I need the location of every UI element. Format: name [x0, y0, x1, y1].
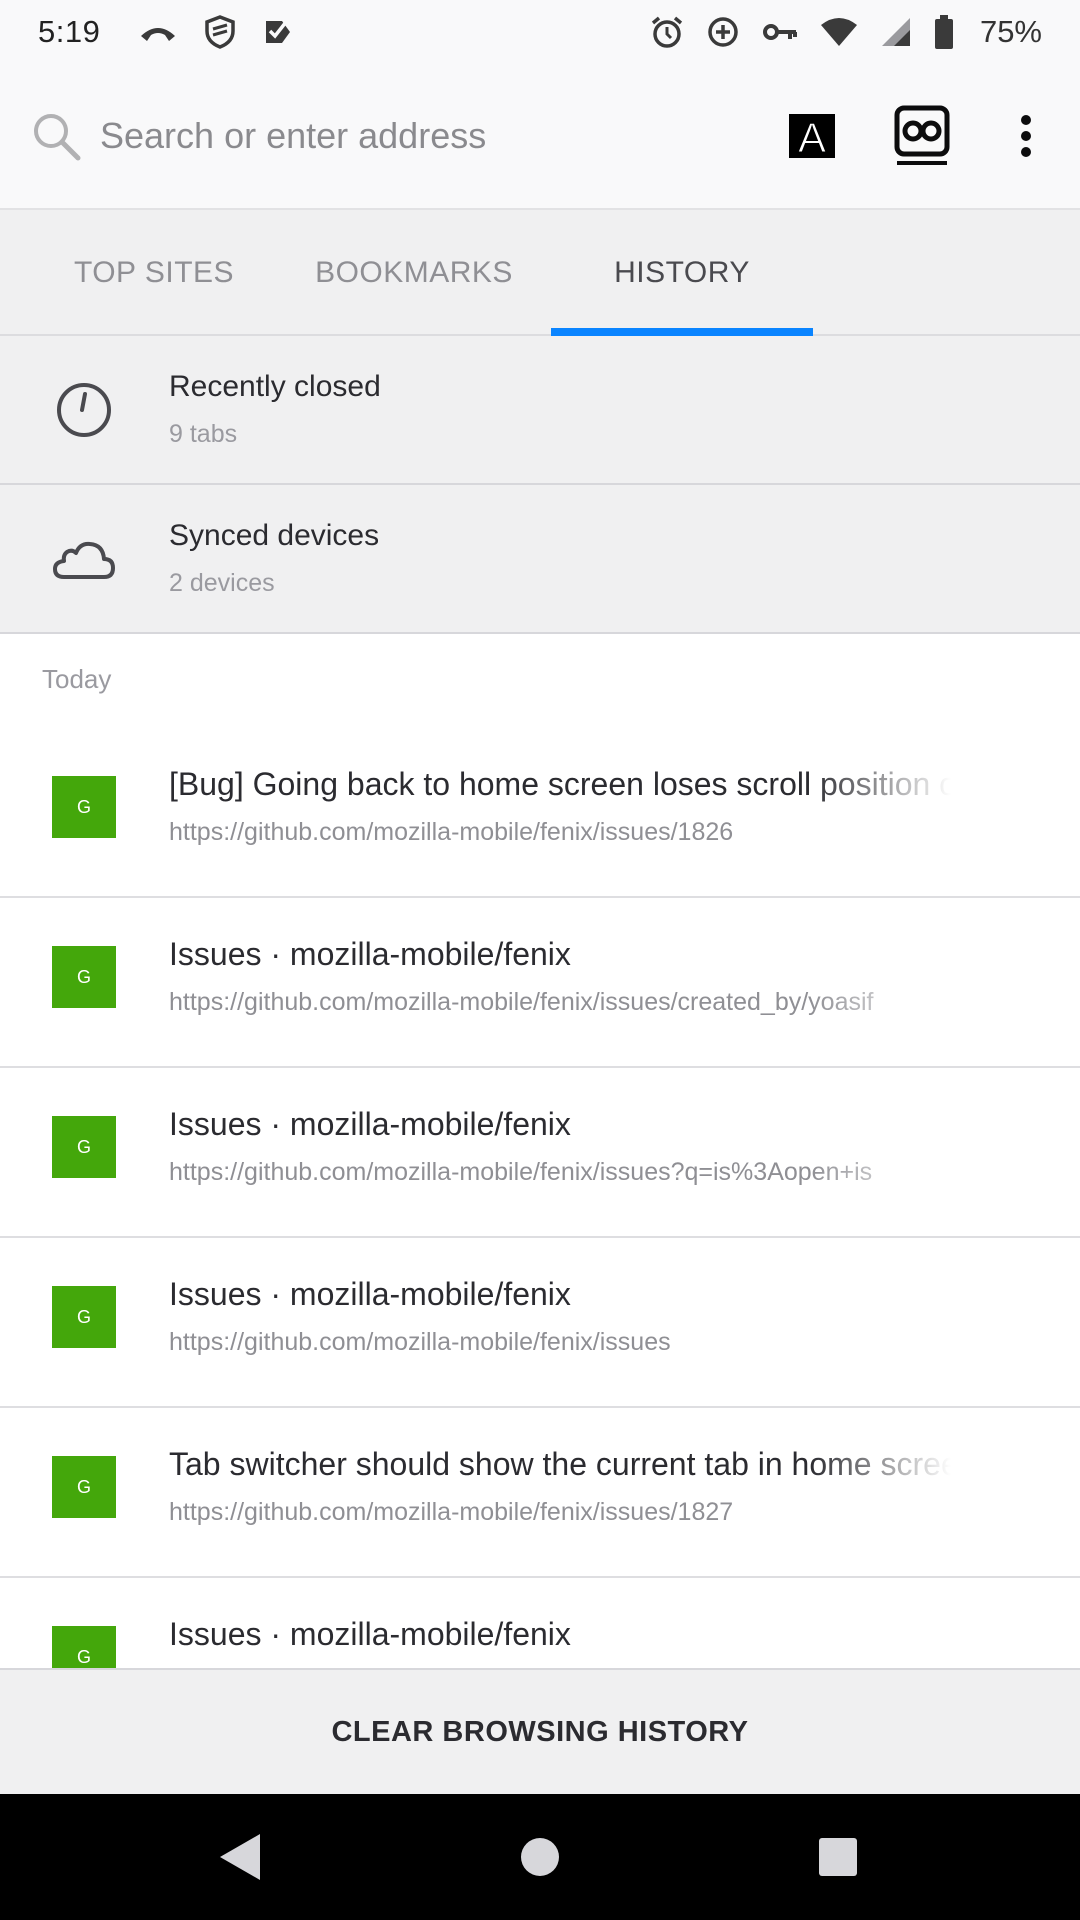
status-left-icons [138, 15, 294, 49]
nav-back-button[interactable] [205, 1824, 275, 1890]
reader-mode-button[interactable]: A [770, 94, 854, 178]
history-item[interactable]: G [Bug] Going back to home screen loses … [0, 728, 1080, 898]
call-icon [138, 20, 178, 44]
history-item[interactable]: G Tab switcher should show the current t… [0, 1408, 1080, 1578]
site-favicon: G [52, 1456, 116, 1518]
nav-home-button[interactable] [505, 1824, 575, 1890]
shield-icon [204, 15, 236, 49]
signal-icon [880, 16, 912, 48]
history-item-title: [Bug] Going back to home screen loses sc… [169, 766, 951, 802]
history-item[interactable]: G Issues · mozilla-mobile/fenix https://… [0, 1068, 1080, 1238]
menu-button[interactable] [984, 94, 1068, 178]
history-item-title: Issues · mozilla-mobile/fenix [169, 1106, 571, 1142]
alarm-icon [650, 15, 684, 49]
data-saver-icon [706, 15, 740, 49]
history-item[interactable]: G Issues · mozilla-mobile/fenix [0, 1578, 1080, 1668]
history-item-title: Tab switcher should show the current tab… [169, 1446, 951, 1482]
history-item[interactable]: G Issues · mozilla-mobile/fenix https://… [0, 1238, 1080, 1408]
tab-history[interactable]: HISTORY [551, 210, 813, 336]
status-time: 5:19 [38, 14, 101, 49]
history-section-today: Today [42, 664, 112, 694]
recently-closed-title: Recently closed [169, 370, 381, 403]
recently-closed-count: 9 tabs [169, 420, 238, 448]
search-icon [30, 110, 82, 162]
status-right-icons: 75% [650, 14, 1042, 50]
history-list: Today G [Bug] Going back to home screen … [0, 634, 1080, 1668]
history-item-title: Issues · mozilla-mobile/fenix [169, 1276, 571, 1312]
wifi-icon [820, 17, 858, 47]
more-vertical-icon [1021, 115, 1031, 157]
private-mask-icon [894, 105, 950, 165]
browser-toolbar: A [0, 64, 1080, 208]
home-circle-icon [521, 1838, 559, 1876]
tab-top-sites[interactable]: TOP SITES [50, 210, 258, 336]
tab-bookmarks[interactable]: BOOKMARKS [300, 210, 528, 336]
synced-devices-count: 2 devices [169, 569, 275, 597]
synced-devices-row[interactable]: Synced devices 2 devices [0, 485, 1080, 634]
tab-selected-indicator [551, 328, 813, 336]
site-favicon: G [52, 946, 116, 1008]
battery-icon [934, 15, 954, 49]
recently-closed-row[interactable]: Recently closed 9 tabs [0, 336, 1080, 485]
history-item-url: https://github.com/mozilla-mobile/fenix/… [169, 818, 734, 846]
status-bar: 5:19 75% [0, 0, 1080, 64]
private-browsing-button[interactable] [880, 94, 964, 178]
system-navigation-bar [0, 1794, 1080, 1920]
nav-recents-button[interactable] [803, 1824, 873, 1890]
reader-mode-letter: A [798, 114, 826, 158]
library-tabs: TOP SITES BOOKMARKS HISTORY [0, 208, 1080, 336]
clear-browsing-history-button[interactable]: CLEAR BROWSING HISTORY [0, 1668, 1080, 1794]
checkmark-badge-icon [262, 17, 294, 47]
history-item-url: https://github.com/mozilla-mobile/fenix/… [169, 988, 874, 1016]
history-item[interactable]: G Issues · mozilla-mobile/fenix https://… [0, 898, 1080, 1068]
history-item-url: https://github.com/mozilla-mobile/fenix/… [169, 1328, 671, 1356]
history-item-title: Issues · mozilla-mobile/fenix [169, 1616, 571, 1652]
back-triangle-icon [220, 1834, 260, 1880]
history-item-url: https://github.com/mozilla-mobile/fenix/… [169, 1498, 734, 1526]
site-favicon: G [52, 1286, 116, 1348]
reader-mode-icon: A [789, 114, 835, 158]
site-favicon: G [52, 1116, 116, 1178]
site-favicon: G [52, 776, 116, 838]
search-input[interactable] [100, 96, 780, 176]
vpn-key-icon [762, 20, 798, 44]
synced-devices-title: Synced devices [169, 519, 380, 552]
recents-square-icon [819, 1838, 857, 1876]
clock-icon [52, 378, 116, 442]
history-item-url: https://github.com/mozilla-mobile/fenix/… [169, 1158, 873, 1186]
site-favicon: G [52, 1626, 116, 1668]
clear-browsing-history-label: CLEAR BROWSING HISTORY [331, 1715, 749, 1748]
history-item-title: Issues · mozilla-mobile/fenix [169, 936, 571, 972]
cloud-icon [52, 527, 116, 591]
battery-percent: 75% [979, 14, 1042, 49]
